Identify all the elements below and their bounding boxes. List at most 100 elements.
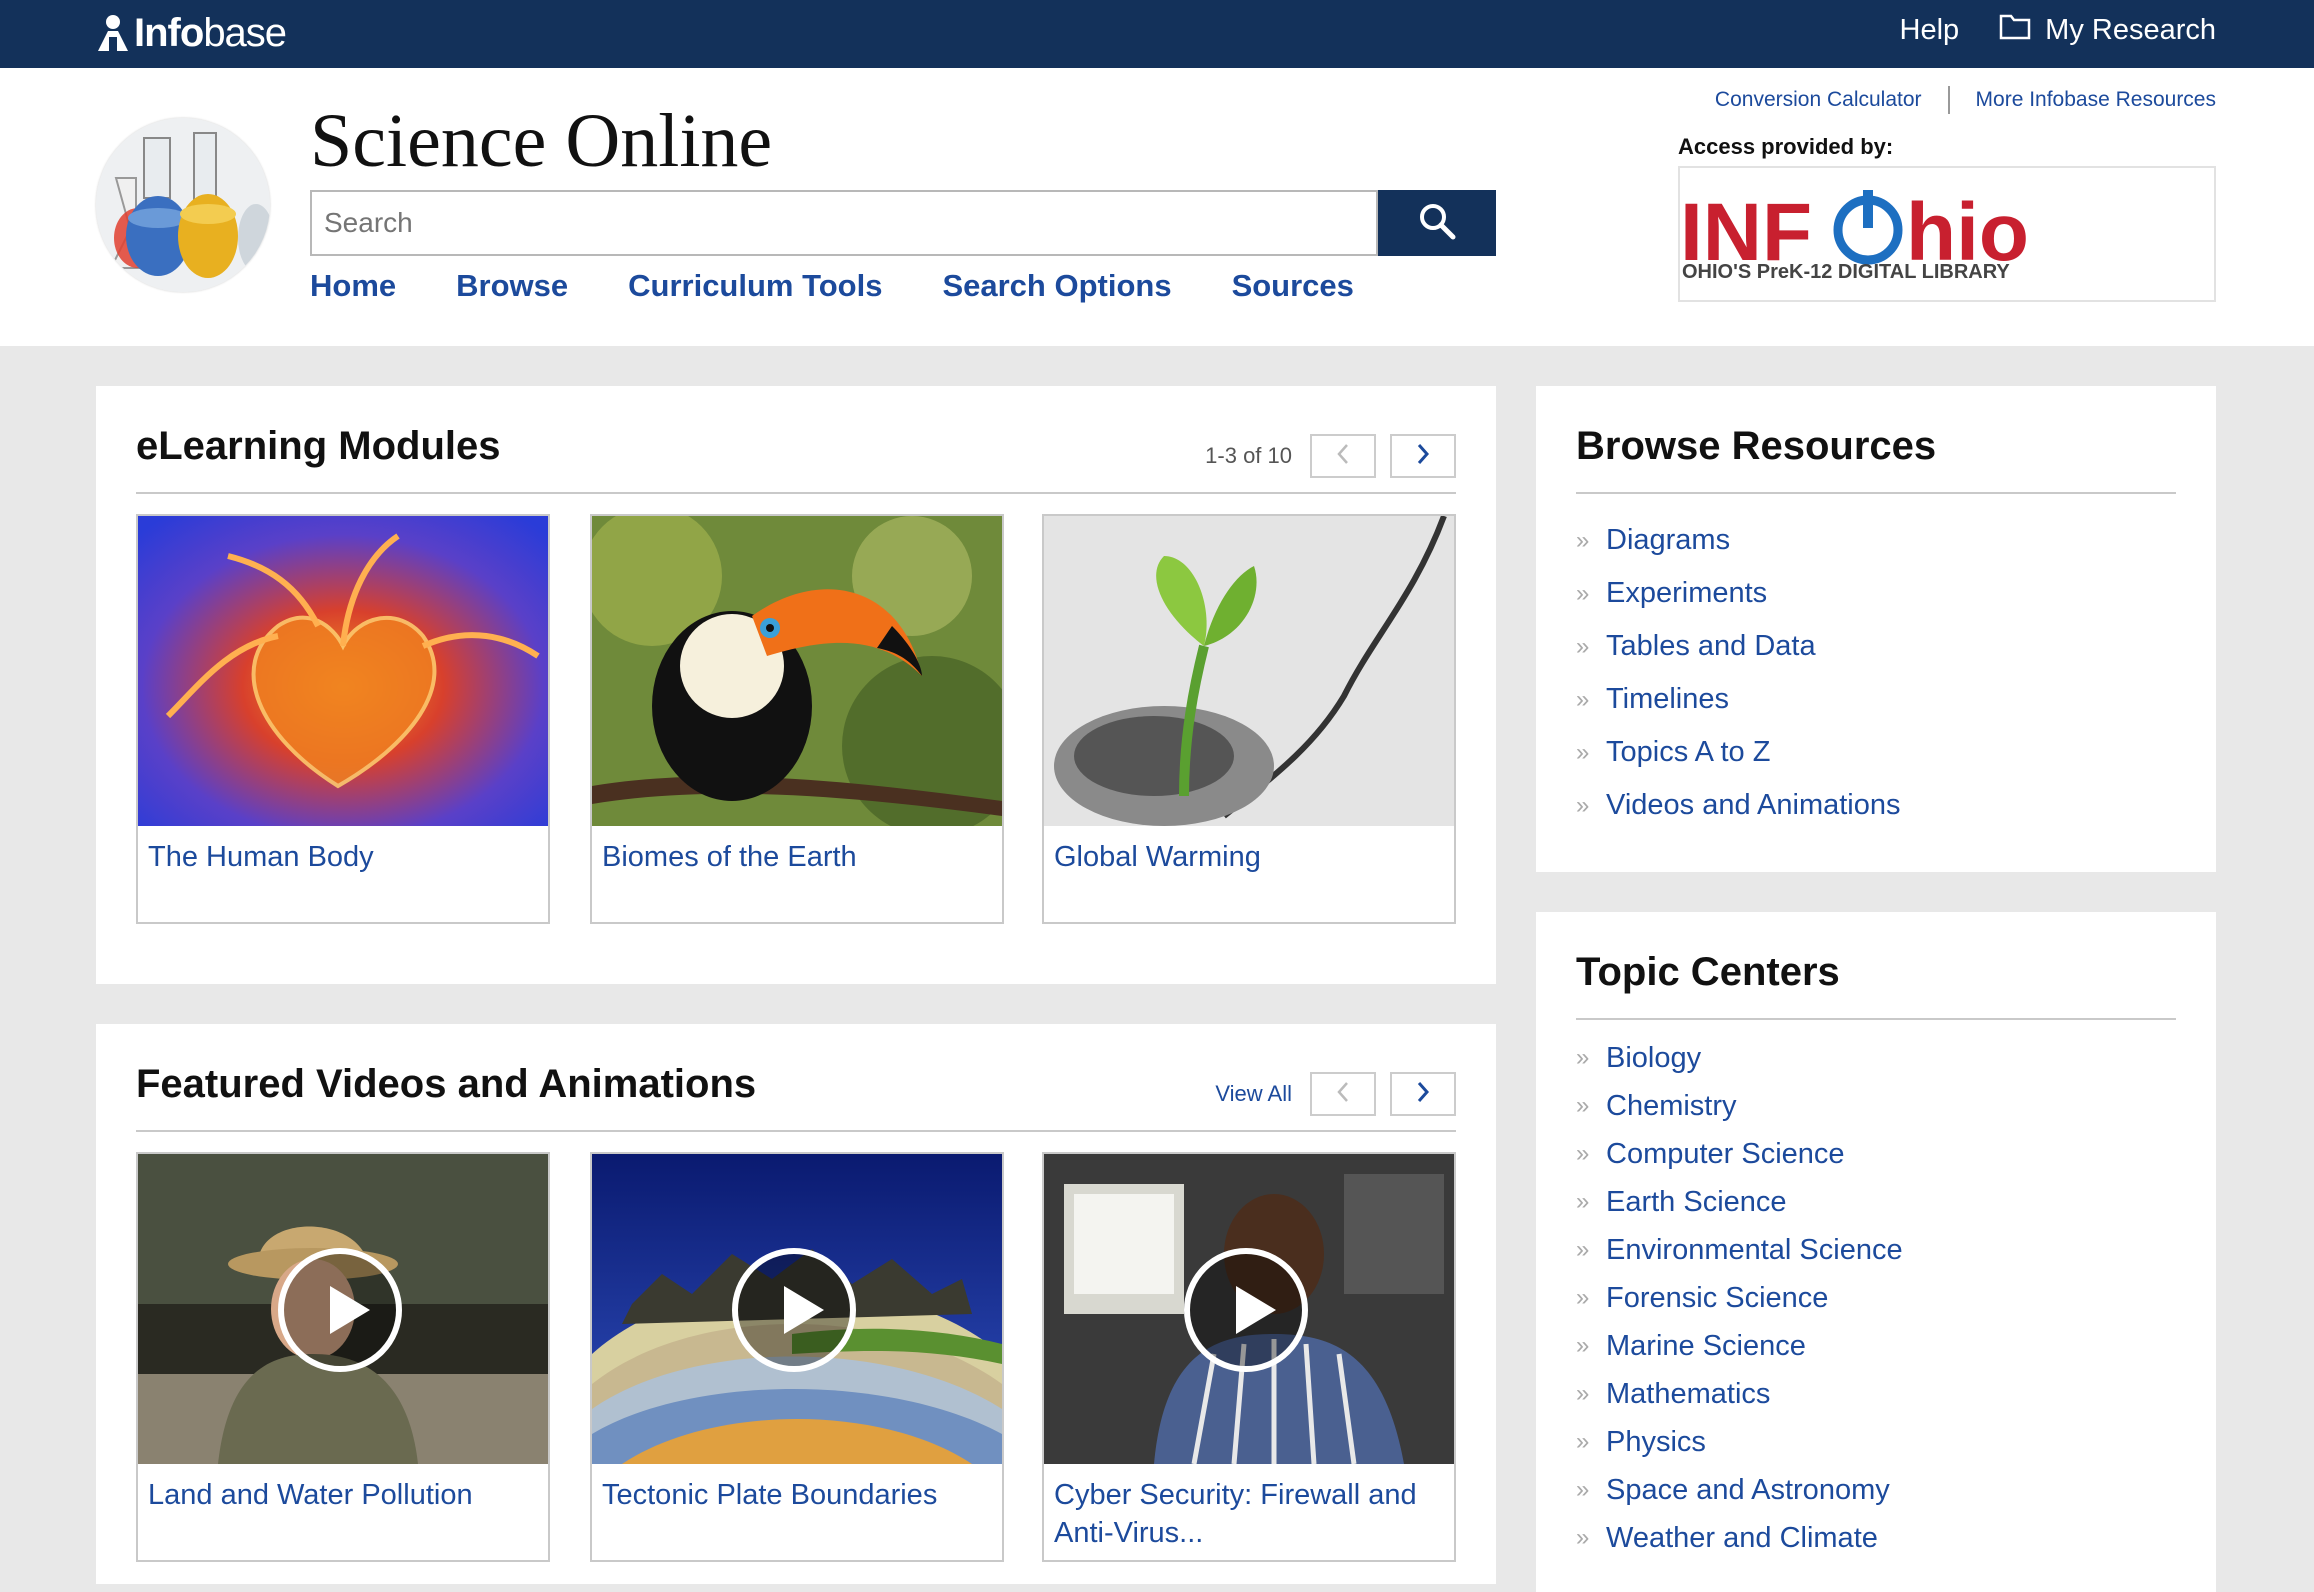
list-item[interactable]: » Biology	[1576, 1034, 1903, 1082]
heart-image	[138, 516, 548, 826]
folder-icon	[1999, 12, 2031, 48]
browse-resources-title: Browse Resources	[1576, 424, 1937, 468]
topic-centers-title: Topic Centers	[1576, 950, 1840, 994]
list-item[interactable]: » Topics A to Z	[1576, 726, 1901, 779]
double-chevron-icon: »	[1576, 1092, 1590, 1119]
elearning-pager: 1-3 of 10	[1205, 434, 1456, 478]
sprout-image	[1044, 516, 1454, 826]
double-chevron-icon: »	[1576, 738, 1590, 766]
site-header: Science Online Home Browse Curriculum To…	[0, 68, 2314, 346]
brand-name: Infobase	[134, 10, 287, 55]
list-item[interactable]: » Computer Science	[1576, 1130, 1903, 1178]
module-card-global-warming[interactable]: Global Warming	[1042, 514, 1456, 924]
nav-search-options[interactable]: Search Options	[942, 268, 1171, 304]
list-item[interactable]: » Videos and Animations	[1576, 779, 1901, 832]
video-caption: Land and Water Pollution	[148, 1479, 473, 1511]
view-all-link[interactable]: View All	[1215, 1081, 1292, 1107]
video-thumbnail	[138, 1154, 548, 1464]
person-icon	[96, 13, 130, 53]
list-item[interactable]: » Chemistry	[1576, 1082, 1903, 1130]
list-item[interactable]: » Forensic Science	[1576, 1274, 1903, 1322]
video-thumbnail	[592, 1154, 1002, 1464]
list-item[interactable]: » Space and Astronomy	[1576, 1466, 1903, 1514]
module-caption: The Human Body	[148, 841, 374, 873]
play-icon[interactable]	[278, 1248, 402, 1372]
topic-centers-list: » Biology » Chemistry » Computer Science » E…	[1576, 1034, 1903, 1562]
divider	[136, 492, 1456, 494]
video-card-tectonic[interactable]: Tectonic Plate Boundaries	[590, 1152, 1004, 1562]
nav-browse[interactable]: Browse	[456, 268, 568, 304]
module-card-biomes[interactable]: Biomes of the Earth	[590, 514, 1004, 924]
science-flasks-logo[interactable]	[96, 118, 270, 292]
list-item[interactable]: » Tables and Data	[1576, 620, 1901, 673]
browse-resources-panel: Browse Resources » Diagrams » Experiments …	[1536, 386, 2216, 872]
conversion-calculator-link[interactable]: Conversion Calculator	[1715, 88, 1922, 112]
video-thumbnail	[1044, 1154, 1454, 1464]
svg-text:OHIO'S PreK-12 DIGITAL LIBRARY: OHIO'S PreK-12 DIGITAL LIBRARY	[1682, 261, 2010, 283]
next-button[interactable]	[1390, 434, 1456, 478]
main-nav: Home Browse Curriculum Tools Search Opti…	[310, 268, 1354, 304]
sponsor-logo[interactable]: INF hio OHIO'S PreK-12 DIGITAL LIBRARY	[1678, 166, 2216, 302]
video-card-cyber-security[interactable]: Cyber Security: Firewall and Anti-Virus.…	[1042, 1152, 1456, 1562]
nav-home[interactable]: Home	[310, 268, 396, 304]
infobase-logo[interactable]: Infobase	[96, 8, 287, 58]
toucan-image	[592, 516, 1002, 826]
chevron-left-icon	[1335, 1081, 1351, 1108]
double-chevron-icon: »	[1576, 632, 1590, 660]
double-chevron-icon: »	[1576, 1524, 1590, 1551]
play-icon[interactable]	[1184, 1248, 1308, 1372]
list-item[interactable]: » Physics	[1576, 1418, 1903, 1466]
featured-videos-panel: Featured Videos and Animations View All …	[96, 1024, 1496, 1584]
next-button[interactable]	[1390, 1072, 1456, 1116]
nav-sources[interactable]: Sources	[1232, 268, 1354, 304]
play-icon[interactable]	[732, 1248, 856, 1372]
elearning-panel: eLearning Modules 1-3 of 10 The Human Bo…	[96, 386, 1496, 984]
module-card-human-body[interactable]: The Human Body	[136, 514, 550, 924]
help-link[interactable]: Help	[1900, 14, 1960, 47]
double-chevron-icon: »	[1576, 526, 1590, 554]
double-chevron-icon: »	[1576, 1188, 1590, 1215]
divider	[1947, 86, 1950, 114]
divider	[1576, 492, 2176, 494]
double-chevron-icon: »	[1576, 1380, 1590, 1407]
access-provided-label: Access provided by:	[1678, 134, 1894, 159]
prev-button[interactable]	[1310, 1072, 1376, 1116]
double-chevron-icon: »	[1576, 1236, 1590, 1263]
prev-button[interactable]	[1310, 434, 1376, 478]
pager-count: 1-3 of 10	[1205, 443, 1292, 468]
list-item[interactable]: » Weather and Climate	[1576, 1514, 1903, 1562]
list-item[interactable]: » Timelines	[1576, 673, 1901, 726]
browse-resources-list: » Diagrams » Experiments » Tables and Data …	[1576, 514, 1901, 832]
double-chevron-icon: »	[1576, 1140, 1590, 1167]
top-bar: Infobase Help My Research	[0, 0, 2314, 68]
module-caption: Biomes of the Earth	[602, 841, 857, 873]
list-item[interactable]: » Marine Science	[1576, 1322, 1903, 1370]
search-input[interactable]	[310, 190, 1378, 256]
double-chevron-icon: »	[1576, 1476, 1590, 1503]
top-nav: Help My Research	[1900, 12, 2216, 48]
module-caption: Global Warming	[1054, 841, 1261, 873]
list-item[interactable]: » Experiments	[1576, 567, 1901, 620]
double-chevron-icon: »	[1576, 579, 1590, 607]
double-chevron-icon: »	[1576, 1284, 1590, 1311]
video-card-pollution[interactable]: Land and Water Pollution	[136, 1152, 550, 1562]
list-item[interactable]: » Mathematics	[1576, 1370, 1903, 1418]
list-item[interactable]: » Earth Science	[1576, 1178, 1903, 1226]
list-item[interactable]: » Diagrams	[1576, 514, 1901, 567]
more-infobase-resources-link[interactable]: More Infobase Resources	[1976, 88, 2216, 112]
search-button[interactable]	[1378, 190, 1496, 256]
page-title: Science Online	[310, 99, 773, 183]
my-research-label: My Research	[2045, 13, 2216, 46]
video-caption: Tectonic Plate Boundaries	[602, 1479, 938, 1511]
nav-curriculum-tools[interactable]: Curriculum Tools	[628, 268, 882, 304]
chevron-right-icon	[1415, 443, 1431, 470]
double-chevron-icon: »	[1576, 1044, 1590, 1071]
list-item[interactable]: » Environmental Science	[1576, 1226, 1903, 1274]
my-research-link[interactable]: My Research	[1999, 12, 2216, 48]
double-chevron-icon: »	[1576, 791, 1590, 819]
elearning-title: eLearning Modules	[136, 424, 501, 468]
double-chevron-icon: »	[1576, 1332, 1590, 1359]
double-chevron-icon: »	[1576, 1428, 1590, 1455]
video-caption: Cyber Security: Firewall and Anti-Virus.…	[1054, 1479, 1417, 1549]
videos-pager: View All	[1215, 1072, 1456, 1116]
